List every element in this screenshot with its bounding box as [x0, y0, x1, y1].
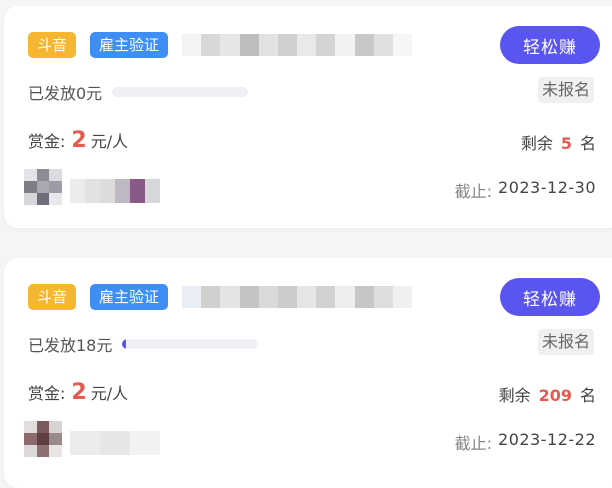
remaining-label: 剩余: [498, 386, 531, 405]
deadline: 截止: 2023-12-30: [455, 178, 596, 202]
reward-amount: 2: [71, 128, 87, 153]
remaining-unit: 名: [579, 134, 596, 153]
issued-amount: 已发放18元: [28, 332, 259, 356]
remaining-count: 209: [538, 386, 572, 405]
reward: 赏金: 2 元/人: [28, 128, 128, 153]
issued-progress-fill: [122, 339, 127, 349]
issued-amount: 已发放0元: [28, 80, 249, 104]
platform-tag: 斗音: [28, 32, 77, 58]
avatar: [24, 169, 62, 205]
issued-progress-bar: [122, 339, 259, 349]
reward-label: 赏金:: [28, 384, 66, 403]
issued-text: 已发放0元: [28, 84, 103, 103]
deadline-label: 截止:: [454, 182, 493, 201]
remaining-slots: 剩余 5 名: [521, 130, 596, 154]
issued-progress-bar: [112, 87, 249, 97]
verified-employer-tag: 雇主验证: [90, 32, 169, 58]
reward-unit: 元/人: [90, 132, 129, 151]
deadline-date: 2023-12-30: [498, 178, 596, 197]
verified-employer-tag: 雇主验证: [90, 284, 169, 310]
remaining-count: 5: [560, 134, 572, 153]
task-card[interactable]: 斗音 雇主验证 轻松赚 已发放0元 未报名 赏金: 2 元/人 剩余 5 名 截…: [4, 6, 612, 228]
deadline-date: 2023-12-22: [498, 430, 596, 449]
status-badge: 未报名: [538, 329, 595, 355]
task-title-blurred: [182, 34, 413, 56]
reward: 赏金: 2 元/人: [28, 380, 128, 405]
easy-earn-button[interactable]: 轻松赚: [500, 26, 600, 64]
deadline-label: 截止:: [454, 434, 493, 453]
task-title-blurred: [182, 286, 413, 308]
task-card[interactable]: 斗音 雇主验证 轻松赚 已发放18元 未报名 赏金: 2 元/人 剩余 209 …: [4, 258, 612, 488]
issued-text: 已发放18元: [28, 336, 113, 355]
remaining-unit: 名: [579, 386, 596, 405]
avatar: [24, 421, 62, 457]
reward-unit: 元/人: [90, 384, 129, 403]
status-badge: 未报名: [538, 77, 595, 103]
platform-tag: 斗音: [28, 284, 77, 310]
remaining-slots: 剩余 209 名: [499, 382, 596, 406]
easy-earn-button[interactable]: 轻松赚: [500, 278, 600, 316]
deadline: 截止: 2023-12-22: [455, 430, 596, 454]
reward-label: 赏金:: [28, 132, 66, 151]
remaining-label: 剩余: [520, 134, 553, 153]
employer-name-blurred: [70, 179, 160, 203]
employer-name-blurred: [70, 431, 160, 455]
reward-amount: 2: [71, 380, 87, 405]
